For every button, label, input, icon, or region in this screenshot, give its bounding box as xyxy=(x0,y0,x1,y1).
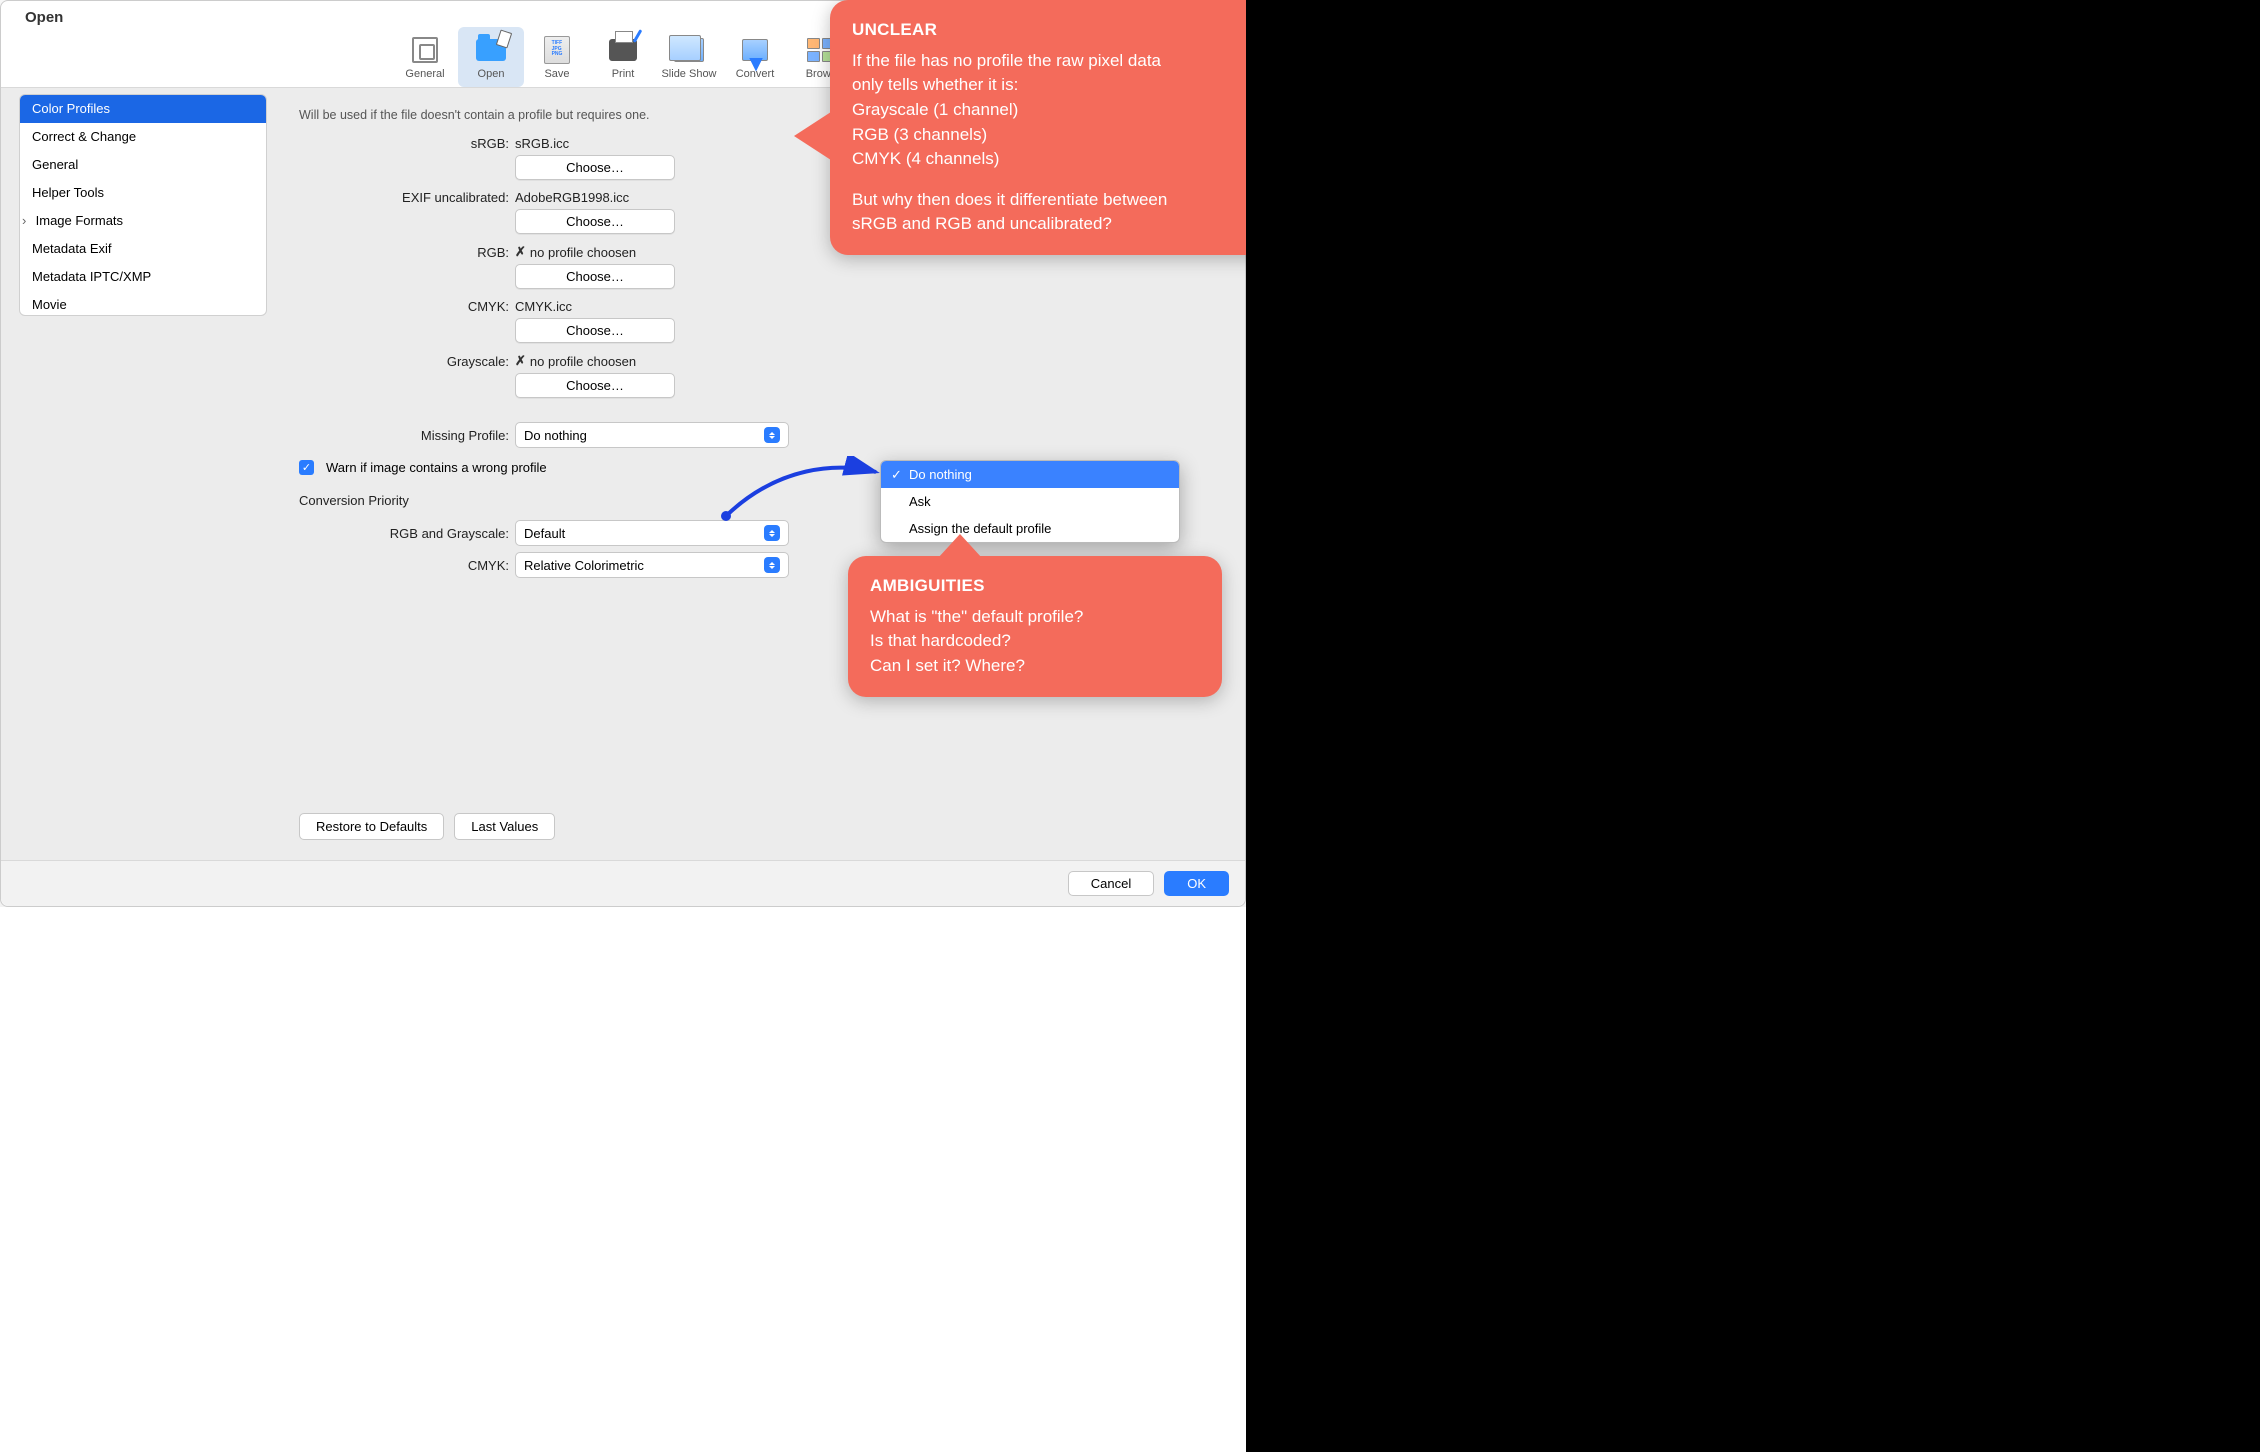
popup-item-assign-default[interactable]: Assign the default profile xyxy=(881,515,1179,542)
sidebar-item-correct-change[interactable]: Correct & Change xyxy=(20,123,266,151)
missing-profile-value: Do nothing xyxy=(524,428,587,443)
last-values-button[interactable]: Last Values xyxy=(454,813,555,840)
choose-exif-button[interactable]: Choose… xyxy=(515,209,675,234)
rgb-grayscale-select[interactable]: Default xyxy=(515,520,789,546)
folder-open-icon xyxy=(475,34,507,66)
missing-profile-select[interactable]: Do nothing xyxy=(515,422,789,448)
no-profile-icon: ✗ xyxy=(515,244,526,260)
toolbar-print[interactable]: Print xyxy=(590,27,656,87)
rgb-grayscale-value: Default xyxy=(524,526,565,541)
popup-item-do-nothing[interactable]: Do nothing xyxy=(881,461,1179,488)
rgb-value: no profile choosen xyxy=(530,245,636,260)
popup-item-ask[interactable]: Ask xyxy=(881,488,1179,515)
toolbar-label: General xyxy=(405,68,444,80)
cmyk-priority-value: Relative Colorimetric xyxy=(524,558,644,573)
toolbar-general[interactable]: General xyxy=(392,27,458,87)
cmyk-priority-select[interactable]: Relative Colorimetric xyxy=(515,552,789,578)
cmyk-label: CMYK: xyxy=(299,299,509,314)
grayscale-label: Grayscale: xyxy=(299,354,509,369)
sidebar-item-color-profiles[interactable]: Color Profiles xyxy=(20,95,266,123)
sidebar-item-label: Movie xyxy=(32,297,67,312)
printer-icon xyxy=(607,34,639,66)
toolbar-label: Save xyxy=(544,68,569,80)
exif-value: AdobeRGB1998.icc xyxy=(515,190,629,205)
white-region xyxy=(0,907,1246,1452)
toolbar-open[interactable]: Open xyxy=(458,27,524,87)
choose-cmyk-button[interactable]: Choose… xyxy=(515,318,675,343)
annotation-line: Is that hardcoded? xyxy=(870,629,1200,654)
missing-profile-popup: Do nothing Ask Assign the default profil… xyxy=(880,460,1180,543)
annotation-line: Can I set it? Where? xyxy=(870,654,1200,679)
sidebar-item-label: Helper Tools xyxy=(32,185,104,200)
missing-profile-label: Missing Profile: xyxy=(299,428,509,443)
chevron-right-icon: › xyxy=(22,211,32,231)
restore-defaults-button[interactable]: Restore to Defaults xyxy=(299,813,444,840)
toolbar-save[interactable]: TIFFJPGPNG Save xyxy=(524,27,590,87)
sidebar-item-label: Color Profiles xyxy=(32,101,110,116)
ok-button[interactable]: OK xyxy=(1164,871,1229,896)
toolbar-label: Print xyxy=(612,68,635,80)
save-icon: TIFFJPGPNG xyxy=(541,34,573,66)
sidebar-item-label: Metadata IPTC/XMP xyxy=(32,269,151,284)
sidebar-item-movie[interactable]: Movie xyxy=(20,291,266,316)
choose-grayscale-button[interactable]: Choose… xyxy=(515,373,675,398)
chevron-updown-icon xyxy=(764,525,780,541)
popup-item-label: Do nothing xyxy=(909,467,972,482)
sidebar-item-label: General xyxy=(32,157,78,172)
sidebar-item-image-formats[interactable]: › Image Formats xyxy=(20,207,266,235)
slideshow-icon xyxy=(673,34,705,66)
annotation-line: What is "the" default profile? xyxy=(870,605,1200,630)
toolbar-label: Open xyxy=(478,68,505,80)
exif-label: EXIF uncalibrated: xyxy=(299,190,509,205)
chevron-updown-icon xyxy=(764,427,780,443)
cmyk-priority-label: CMYK: xyxy=(299,558,509,573)
dialog-footer: Cancel OK xyxy=(1,860,1245,906)
sidebar-item-metadata-iptc[interactable]: Metadata IPTC/XMP xyxy=(20,263,266,291)
annotation-title: AMBIGUITIES xyxy=(870,574,1200,599)
sidebar-item-label: Correct & Change xyxy=(32,129,136,144)
toolbar-convert[interactable]: Convert xyxy=(722,27,788,87)
srgb-label: sRGB: xyxy=(299,136,509,151)
black-region xyxy=(1246,0,2260,1452)
popup-item-label: Ask xyxy=(909,494,931,509)
sidebar-item-label: Image Formats xyxy=(36,213,123,228)
srgb-value: sRGB.icc xyxy=(515,136,569,151)
no-profile-icon: ✗ xyxy=(515,353,526,369)
annotation-ambiguities: AMBIGUITIES What is "the" default profil… xyxy=(848,556,1222,697)
sidebar-item-label: Metadata Exif xyxy=(32,241,112,256)
cmyk-value: CMYK.icc xyxy=(515,299,572,314)
cancel-button[interactable]: Cancel xyxy=(1068,871,1154,896)
toolbar-label: Slide Show xyxy=(661,68,716,80)
warn-wrong-profile-label: Warn if image contains a wrong profile xyxy=(326,460,547,475)
choose-rgb-button[interactable]: Choose… xyxy=(515,264,675,289)
warn-wrong-profile-checkbox[interactable]: ✓ xyxy=(299,460,314,475)
sidebar-item-metadata-exif[interactable]: Metadata Exif xyxy=(20,235,266,263)
general-icon xyxy=(409,34,441,66)
sidebar: Color Profiles Correct & Change General … xyxy=(19,94,267,316)
convert-icon xyxy=(739,34,771,66)
grayscale-value: no profile choosen xyxy=(530,354,636,369)
sidebar-item-general[interactable]: General xyxy=(20,151,266,179)
choose-srgb-button[interactable]: Choose… xyxy=(515,155,675,180)
toolbar-slideshow[interactable]: Slide Show xyxy=(656,27,722,87)
rgb-grayscale-label: RGB and Grayscale: xyxy=(299,526,509,541)
chevron-updown-icon xyxy=(764,557,780,573)
sidebar-item-helper-tools[interactable]: Helper Tools xyxy=(20,179,266,207)
window-title-text: Open xyxy=(25,9,63,26)
rgb-label: RGB: xyxy=(299,245,509,260)
